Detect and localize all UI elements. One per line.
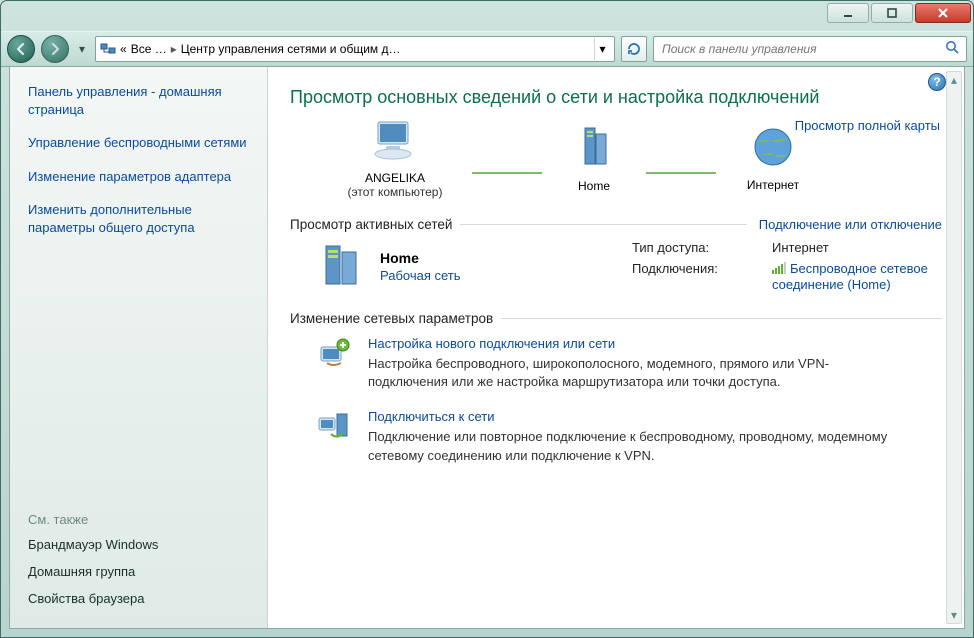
page-title: Просмотр основных сведений о сети и наст… — [290, 87, 942, 108]
sidebar-link-adapter[interactable]: Изменение параметров адаптера — [28, 168, 249, 186]
node-internet-name: Интернет — [747, 178, 799, 192]
forward-button[interactable] — [41, 35, 69, 63]
node-computer-name: ANGELIKA — [365, 171, 425, 185]
sidebar-link-home[interactable]: Панель управления - домашняя страница — [28, 83, 249, 118]
active-network-name: Home — [380, 250, 461, 266]
network-hub-icon — [575, 124, 613, 173]
network-center-icon — [100, 41, 116, 57]
task-new-connection-link[interactable]: Настройка нового подключения или сети — [368, 336, 898, 351]
node-computer-sub: (этот компьютер) — [348, 185, 443, 199]
search-input[interactable] — [660, 41, 939, 57]
task-new-connection-desc: Настройка беспроводного, широкополосного… — [368, 355, 898, 391]
access-type-label: Тип доступа: — [632, 240, 772, 255]
node-network-name: Home — [578, 179, 610, 193]
breadcrumb-item-2[interactable]: Центр управления сетями и общим д… — [181, 42, 401, 56]
signal-bars-icon — [772, 262, 786, 277]
internet-globe-icon — [751, 125, 795, 172]
active-network-icon — [320, 240, 368, 293]
breadcrumb-sep-icon: ▸ — [171, 42, 177, 56]
access-type-value: Интернет — [772, 240, 942, 255]
connector-icon — [646, 172, 716, 174]
see-also-firewall[interactable]: Брандмауэр Windows — [28, 537, 249, 552]
see-also-browser[interactable]: Свойства браузера — [28, 591, 249, 606]
see-also-header: См. также — [28, 512, 249, 527]
new-connection-icon — [316, 336, 354, 370]
active-networks-heading: Просмотр активных сетей — [290, 217, 452, 232]
maximize-button[interactable] — [871, 3, 913, 23]
minimize-button[interactable] — [827, 3, 869, 23]
breadcrumb-root[interactable]: « — [120, 42, 127, 56]
search-icon[interactable] — [945, 40, 960, 58]
address-bar[interactable]: « Все … ▸ Центр управления сетями и общи… — [95, 36, 615, 62]
address-dropdown[interactable]: ▾ — [594, 38, 610, 60]
connector-icon — [472, 172, 542, 174]
scrollbar[interactable]: ▴ ▾ — [946, 71, 962, 624]
breadcrumb-item-1[interactable]: Все … — [131, 42, 167, 56]
sidebar-link-sharing[interactable]: Изменить дополнительные параметры общего… — [28, 201, 249, 236]
computer-icon — [370, 118, 420, 165]
connect-disconnect-link[interactable]: Подключение или отключение — [759, 217, 942, 232]
task-connect-desc: Подключение или повторное подключение к … — [368, 428, 898, 464]
close-button[interactable] — [915, 3, 971, 23]
full-map-link[interactable]: Просмотр полной карты — [795, 118, 940, 133]
refresh-button[interactable] — [621, 36, 647, 62]
active-network-type-link[interactable]: Рабочая сеть — [380, 268, 461, 283]
sidebar-link-wireless[interactable]: Управление беспроводными сетями — [28, 134, 249, 152]
scroll-up-icon[interactable]: ▴ — [947, 72, 961, 88]
task-connect-link[interactable]: Подключиться к сети — [368, 409, 898, 424]
connect-network-icon — [316, 409, 354, 443]
see-also-homegroup[interactable]: Домашняя группа — [28, 564, 249, 579]
search-box[interactable] — [653, 36, 967, 62]
back-button[interactable] — [7, 35, 35, 63]
nav-history-dropdown[interactable]: ▾ — [75, 42, 89, 56]
connection-link[interactable]: Беспроводное сетевое соединение (Home) — [772, 261, 942, 292]
scroll-down-icon[interactable]: ▾ — [947, 607, 961, 623]
change-settings-heading: Изменение сетевых параметров — [290, 311, 493, 326]
connections-label: Подключения: — [632, 261, 772, 276]
help-icon[interactable]: ? — [928, 73, 946, 91]
